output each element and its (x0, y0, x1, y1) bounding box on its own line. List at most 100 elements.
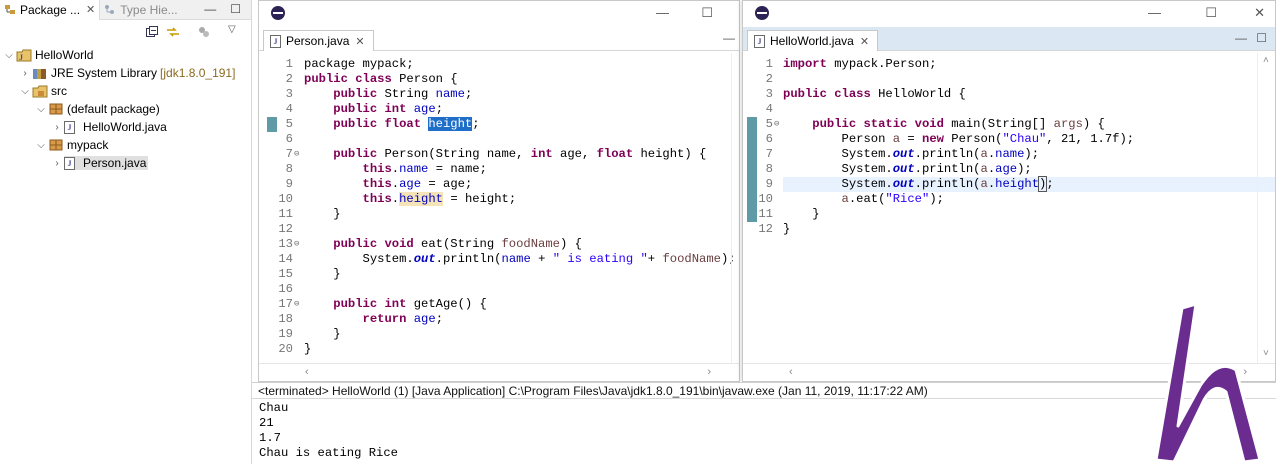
code-line[interactable]: 12 (259, 222, 739, 237)
minimize-icon[interactable]: — (656, 5, 669, 20)
code-line[interactable]: 3 public String name; (259, 87, 739, 102)
code-line[interactable]: 6 Person a = new Person("Chau", 21, 1.7f… (743, 132, 1275, 147)
code-line[interactable]: 7 System.out.println(a.name); (743, 147, 1275, 162)
fold-toggle-icon[interactable]: ⊖ (774, 117, 779, 132)
code-line[interactable]: 7 ⊖ public Person(String name, int age, f… (259, 147, 739, 162)
line-number: 16 (278, 282, 293, 296)
chevron-down-icon[interactable]: ⌵ (34, 140, 48, 151)
scroll-left-icon[interactable]: ‹ (789, 366, 793, 378)
scroll-left-icon[interactable]: ‹ (305, 366, 309, 378)
code-line[interactable]: 17 ⊖ public int getAge() { (259, 297, 739, 312)
tree-item-helloworld[interactable]: ⌵ J HelloWorld (0, 46, 251, 64)
tab-package-explorer[interactable]: Package ... ✕ (0, 0, 101, 20)
code-text: a.eat("Rice"); (841, 192, 944, 206)
code-line[interactable]: 1 package mypack; (259, 57, 739, 72)
code-line[interactable]: 18 return age; (259, 312, 739, 327)
code-line[interactable]: 2 (743, 72, 1275, 87)
minimize-icon[interactable]: — (1148, 5, 1161, 20)
chevron-down-icon[interactable]: ⌵ (34, 104, 48, 115)
code-line[interactable]: 5 public float height; (259, 117, 739, 132)
tree-item-src[interactable]: ⌵ src (0, 82, 251, 100)
close-icon[interactable]: ✕ (1254, 5, 1265, 21)
code-line[interactable]: 1 import mypack.Person; (743, 57, 1275, 72)
tab-type-hierarchy[interactable]: Type Hie... (100, 0, 181, 20)
console-output[interactable]: Chau 21 1.7 Chau is eating Rice (259, 401, 398, 461)
code-line[interactable]: 13 ⊖ public void eat(String foodName) { (259, 237, 739, 252)
line-number: 1 (285, 57, 293, 71)
tree-item-jre-library[interactable]: › JRE System Library [jdk1.8.0_191] (0, 64, 251, 82)
chevron-right-icon[interactable]: › (50, 122, 64, 133)
console-line: Chau (259, 401, 289, 415)
line-number: 3 (285, 87, 293, 101)
scroll-up-icon[interactable]: ˄ (1263, 55, 1269, 66)
line-number: 1 (765, 57, 773, 71)
close-icon[interactable]: ✕ (355, 35, 364, 48)
maximize-icon[interactable]: ☐ (1256, 31, 1267, 45)
code-line[interactable]: 6 (259, 132, 739, 147)
maximize-icon[interactable]: ☐ (701, 5, 713, 21)
tab-helloworld-java[interactable]: J HelloWorld.java ✕ (747, 30, 879, 51)
code-line[interactable]: 5 ⊖ public static void main(String[] args… (743, 117, 1275, 132)
fold-toggle-icon[interactable]: ⊖ (294, 147, 299, 162)
code-line[interactable]: 15 } (259, 267, 739, 282)
code-line[interactable]: 16 (259, 282, 739, 297)
chevron-right-icon[interactable]: › (50, 158, 64, 169)
fold-toggle-icon[interactable]: ⊖ (294, 297, 299, 312)
code-line[interactable]: 14 System.out.println(name + " is eating… (259, 252, 739, 267)
code-line[interactable]: 11 } (743, 207, 1275, 222)
explorer-tabbar: Package ... ✕ Type Hie... — ☐ (0, 0, 251, 20)
scroll-right-icon[interactable]: › (707, 366, 711, 378)
line-number: 12 (278, 222, 293, 236)
tree-item-default-package[interactable]: ⌵ (default package) (0, 100, 251, 118)
code-line[interactable]: 8 this.name = name; (259, 162, 739, 177)
project-tree: ⌵ J HelloWorld › JRE System Library [jdk… (0, 46, 251, 172)
tree-item-label: src (51, 84, 67, 98)
minimize-icon[interactable]: — (1235, 31, 1247, 45)
chevron-down-icon[interactable]: ⌵ (2, 50, 16, 61)
link-with-editor-icon[interactable] (166, 26, 180, 41)
selected-item-highlight: J Person.java (64, 156, 149, 170)
code-line[interactable]: 8 System.out.println(a.age); (743, 162, 1275, 177)
code-line[interactable]: 12} (743, 222, 1275, 237)
eclipse-logo-icon (755, 6, 769, 20)
code-text: public Person(String name, int age, floa… (333, 147, 707, 161)
code-editor[interactable]: 1 package mypack; 2 public class Person {3 … (259, 53, 739, 363)
tree-item-mypack[interactable]: ⌵ mypack (0, 136, 251, 154)
code-line[interactable]: 10 this.height = height; (259, 192, 739, 207)
collapse-all-icon[interactable] (146, 26, 158, 41)
code-line[interactable]: 9 this.age = age; (259, 177, 739, 192)
line-number: 4 (285, 102, 293, 116)
code-line[interactable]: 4 public int age; (259, 102, 739, 117)
maximize-icon[interactable]: ☐ (230, 2, 241, 16)
view-menu-icon[interactable]: ▽ (228, 24, 236, 35)
code-text: public class Person { (304, 72, 458, 86)
filters-icon[interactable] (198, 26, 210, 41)
chevron-right-icon[interactable]: › (18, 68, 32, 79)
horizontal-scrollbar[interactable]: ‹ › (259, 363, 739, 381)
occurrence-marker (747, 117, 757, 222)
code-line[interactable]: 2 public class Person { (259, 72, 739, 87)
tree-item-helloworld-java[interactable]: › J HelloWorld.java (0, 118, 251, 136)
maximize-icon[interactable]: ☐ (1205, 5, 1217, 21)
line-number: 12 (758, 222, 773, 236)
code-line[interactable]: 4 (743, 102, 1275, 117)
close-icon[interactable]: ✕ (86, 3, 95, 16)
code-line[interactable]: 10 a.eat("Rice"); (743, 192, 1275, 207)
tree-item-person-java[interactable]: › J Person.java (0, 154, 251, 172)
chevron-down-icon[interactable]: ⌵ (18, 86, 32, 97)
code-line[interactable]: 9 System.out.println(a.height); (766, 176, 1275, 192)
code-line[interactable]: 20} (259, 342, 739, 357)
minimize-icon[interactable]: — (204, 2, 216, 16)
project-icon: J (16, 48, 32, 62)
code-line[interactable]: 3 public class HelloWorld { (743, 87, 1275, 102)
svg-text:J: J (19, 53, 23, 62)
minimize-icon[interactable]: — (723, 31, 735, 45)
tab-person-java[interactable]: J Person.java ✕ (263, 30, 374, 51)
line-number: 2 (765, 72, 773, 86)
code-text: return age; (362, 312, 444, 326)
code-line[interactable]: 19 } (259, 327, 739, 342)
fold-toggle-icon[interactable]: ⊖ (294, 237, 299, 252)
line-number: 9 (285, 177, 293, 191)
close-icon[interactable]: ✕ (860, 35, 869, 48)
code-line[interactable]: 11 } (259, 207, 739, 222)
